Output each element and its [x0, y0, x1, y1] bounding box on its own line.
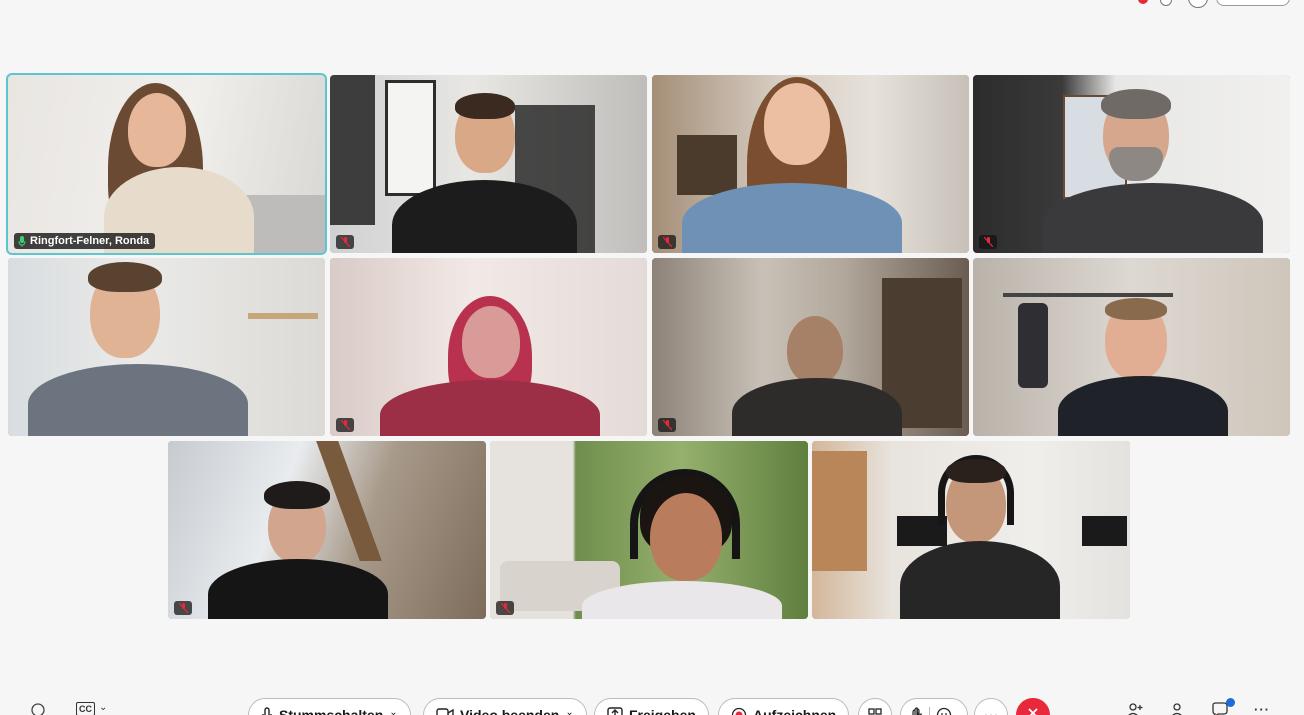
mic-muted-icon [336, 418, 354, 432]
participant-tile[interactable] [168, 441, 486, 619]
participant-tile[interactable] [330, 258, 647, 436]
top-bar [0, 0, 1304, 8]
video-icon [436, 708, 454, 715]
participant-tile[interactable] [330, 75, 647, 253]
chevron-down-icon: ⌄ [99, 702, 108, 713]
more-options-button[interactable] [974, 698, 1008, 715]
add-person-icon[interactable] [1126, 702, 1144, 715]
mute-label: Stummschalten [279, 707, 384, 715]
clothes-rack [1003, 293, 1173, 297]
participant-tile[interactable] [490, 441, 808, 619]
chevron-down-icon: ⌄ [389, 707, 398, 715]
hair [88, 262, 162, 292]
mic-muted-icon [658, 418, 676, 432]
status-dot-icon [1138, 0, 1148, 4]
torso [1043, 183, 1263, 253]
record-button[interactable]: Aufzeichnen [718, 698, 850, 715]
participant-tile[interactable] [973, 75, 1290, 253]
picture-frame [330, 75, 375, 225]
hair [264, 481, 330, 509]
end-call-button[interactable] [1016, 698, 1050, 715]
meeting-toolbar: CC ⌄ Stummschalten ⌄ Video beenden ⌄ Fre… [0, 690, 1304, 715]
face [650, 493, 722, 581]
overflow-menu-icon[interactable]: ··· [1254, 702, 1270, 715]
torso [682, 183, 902, 253]
picture-frame [385, 80, 436, 196]
mic-icon [262, 707, 272, 715]
chat-notification-dot [1226, 698, 1235, 707]
picture-frame [677, 135, 737, 195]
record-icon [731, 707, 747, 715]
face [787, 316, 843, 384]
hair [455, 93, 515, 119]
captions-button[interactable]: CC ⌄ [76, 702, 107, 715]
share-icon [607, 707, 623, 715]
help-icon[interactable] [1188, 0, 1208, 8]
participant-tile[interactable] [652, 258, 969, 436]
top-pill-button[interactable] [1216, 0, 1290, 6]
reactions-icon [936, 707, 952, 715]
face [764, 83, 830, 165]
participant-name-label: Ringfort-Felner, Ronda [14, 233, 156, 249]
hair [1101, 89, 1171, 119]
participant-tile[interactable] [973, 258, 1290, 436]
share-label: Freigeben [629, 707, 696, 715]
stop-video-button[interactable]: Video beenden ⌄ [423, 698, 587, 715]
face [462, 306, 520, 378]
hand-icon [912, 707, 922, 715]
participant-tile[interactable] [812, 441, 1130, 619]
more-icon [985, 714, 997, 715]
monitor [1082, 516, 1127, 546]
jacket [1018, 303, 1048, 388]
torso [28, 364, 248, 436]
mic-muted-icon [496, 601, 514, 615]
record-label: Aufzeichnen [753, 707, 837, 715]
mic-muted-icon [174, 601, 192, 615]
hair [946, 459, 1006, 483]
participant-name: Ringfort-Felner, Ronda [30, 235, 150, 247]
captions-icon: CC [76, 702, 95, 715]
share-button[interactable]: Freigeben [594, 698, 709, 715]
face [128, 93, 186, 167]
shelf [812, 451, 867, 571]
video-label: Video beenden [460, 707, 560, 715]
layout-icon [868, 708, 882, 715]
hair [1105, 298, 1167, 320]
participant-tile[interactable]: Ringfort-Felner, Ronda [8, 75, 325, 253]
status-ring-icon [1160, 0, 1172, 6]
sidebar-toggle-icon[interactable] [30, 702, 46, 715]
mute-button[interactable]: Stummschalten ⌄ [248, 698, 411, 715]
participants-icon[interactable] [1170, 702, 1184, 715]
divider [929, 707, 930, 715]
chevron-down-icon: ⌄ [565, 707, 574, 715]
mic-muted-icon [658, 235, 676, 249]
mic-muted-icon [336, 235, 354, 249]
mic-muted-icon [979, 235, 997, 249]
layout-button[interactable] [858, 698, 892, 715]
shelf [248, 313, 318, 319]
participant-tile[interactable] [8, 258, 325, 436]
participant-tile[interactable] [652, 75, 969, 253]
end-call-icon [1028, 708, 1038, 715]
mic-icon [18, 235, 26, 247]
reactions-button[interactable] [900, 698, 968, 715]
